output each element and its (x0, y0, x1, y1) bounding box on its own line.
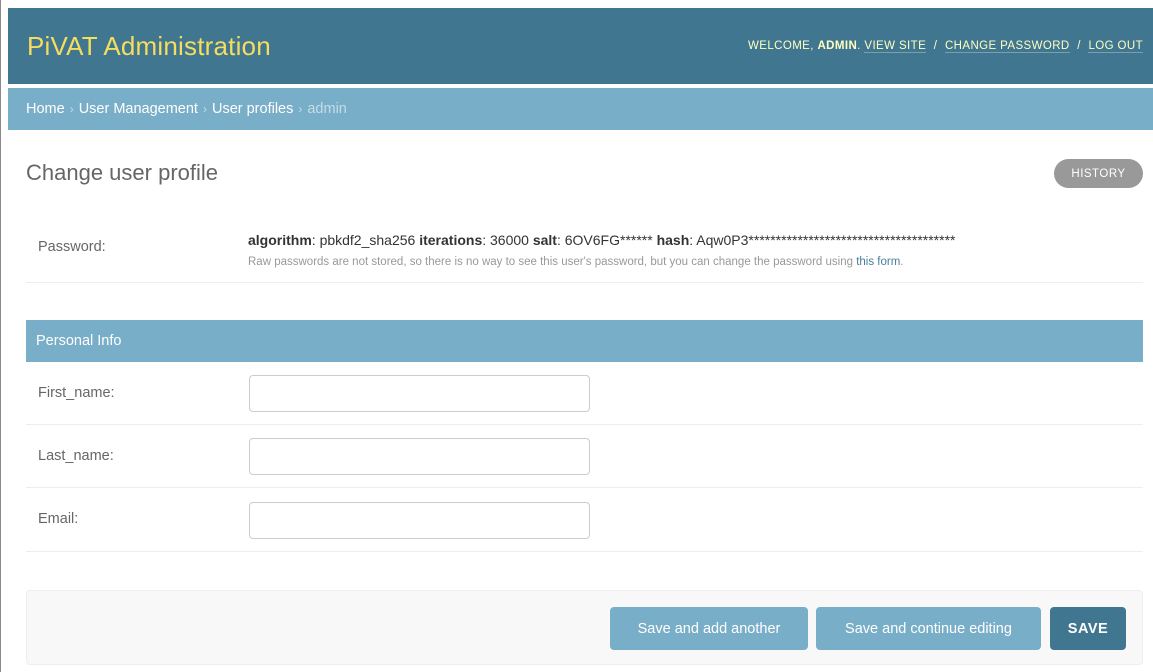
welcome-suffix: . (857, 40, 861, 52)
view-site-link[interactable]: VIEW SITE (864, 40, 927, 53)
breadcrumb: Home › User Management › User profiles ›… (8, 88, 1153, 130)
password-help-text: Raw passwords are not stored, so there i… (248, 256, 904, 268)
iterations-value: 36000 (490, 232, 529, 248)
log-out-link[interactable]: LOG OUT (1088, 40, 1143, 53)
breadcrumb-home[interactable]: Home (26, 101, 65, 117)
password-hash-summary: algorithm: pbkdf2_sha256 iterations: 360… (248, 232, 956, 248)
save-and-continue-button[interactable]: Save and continue editing (816, 607, 1041, 650)
hash-value: Aqw0P3**********************************… (696, 232, 956, 248)
change-password-link[interactable]: CHANGE PASSWORD (944, 40, 1070, 53)
breadcrumb-user-profiles[interactable]: User profiles (212, 101, 293, 117)
breadcrumb-separator: › (298, 102, 303, 116)
separator: / (933, 40, 938, 52)
change-password-form-link[interactable]: this form (856, 256, 900, 268)
algorithm-value: pbkdf2_sha256 (319, 232, 416, 248)
site-name: PiVAT Administration (27, 30, 271, 61)
header: PiVAT Administration WELCOME, ADMIN. VIE… (8, 8, 1153, 84)
breadcrumb-separator: › (69, 102, 74, 116)
first-name-label: First_name: (38, 385, 115, 401)
last-name-row: Last_name: (26, 425, 1143, 488)
welcome-prefix: WELCOME, (748, 40, 814, 52)
email-input[interactable] (249, 502, 590, 539)
email-row: Email: (26, 488, 1143, 552)
window-left-edge (0, 0, 1, 672)
iterations-label: iterations (419, 232, 483, 248)
password-row: Password: algorithm: pbkdf2_sha256 itera… (26, 216, 1143, 283)
personal-info-caption: Personal Info (26, 320, 1143, 362)
breadcrumb-separator: › (202, 102, 207, 116)
password-label: Password: (38, 239, 106, 255)
user-tools: WELCOME, ADMIN. VIEW SITE / CHANGE PASSW… (748, 40, 1143, 53)
separator: / (1077, 40, 1081, 52)
salt-label: salt (532, 232, 557, 248)
save-button[interactable]: SAVE (1050, 607, 1126, 650)
history-button[interactable]: HISTORY (1054, 159, 1143, 188)
first-name-row: First_name: (26, 362, 1143, 425)
page-title: Change user profile (26, 160, 219, 185)
breadcrumb-user-management[interactable]: User Management (79, 101, 198, 117)
hash-label: hash (656, 232, 690, 248)
submit-row: Save and add another Save and continue e… (26, 590, 1143, 665)
help-text-end: . (900, 256, 904, 268)
algorithm-label: algorithm (248, 232, 312, 248)
username: ADMIN (817, 40, 858, 52)
email-label: Email: (38, 511, 79, 527)
breadcrumb-current: admin (307, 101, 347, 117)
salt-value: 6OV6FG****** (564, 232, 653, 248)
last-name-input[interactable] (249, 438, 590, 475)
help-text: Raw passwords are not stored, so there i… (248, 256, 853, 268)
save-and-add-another-button[interactable]: Save and add another (610, 607, 808, 650)
last-name-label: Last_name: (38, 448, 114, 464)
first-name-input[interactable] (249, 375, 590, 412)
